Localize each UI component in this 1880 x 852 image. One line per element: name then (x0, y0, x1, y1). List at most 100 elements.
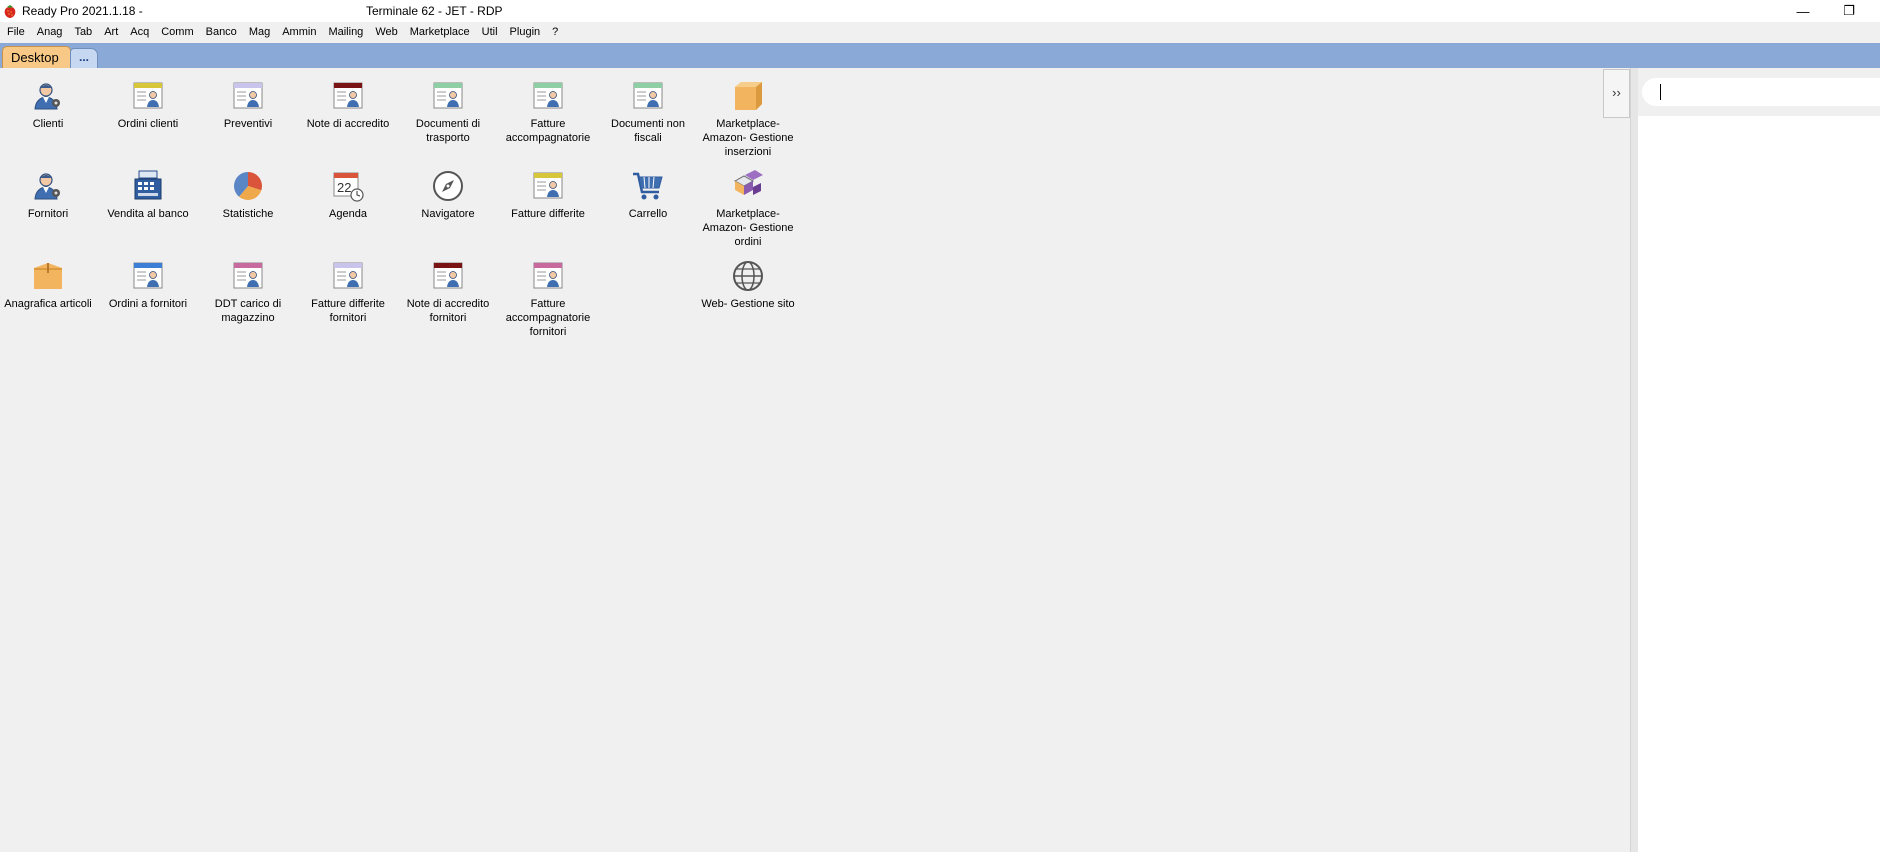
desktop-icon-web-gestione-sito[interactable]: Web- Gestione sito (700, 259, 796, 311)
desktop-icon-label: Fatture accompagnatorie fornitori (505, 298, 591, 338)
desktop-icon-marketplace-inserzioni[interactable]: Marketplace- Amazon- Gestione inserzioni (700, 79, 796, 159)
desktop-icon-navigatore[interactable]: Navigatore (400, 169, 496, 221)
desktop-icon-note-di-accredito-fornitori[interactable]: Note di accredito fornitori (400, 259, 496, 325)
desktop-icon-note-di-accredito[interactable]: Note di accredito (300, 79, 396, 131)
desktop-icon-label: Note di accredito fornitori (406, 298, 490, 324)
menu-bar: File Anag Tab Art Acq Comm Banco Mag Amm… (0, 22, 1880, 43)
panel-splitter[interactable] (1630, 68, 1638, 852)
desktop-icon-label: Documenti di trasporto (415, 118, 481, 144)
deferred-invoices-icon (533, 172, 563, 199)
menu-tab[interactable]: Tab (68, 22, 98, 43)
strawberry-icon (4, 5, 16, 18)
menu-acq[interactable]: Acq (124, 22, 155, 43)
desktop-icon-label: Fatture accompagnatorie (505, 118, 591, 144)
desktop-icon-vendita-al-banco[interactable]: Vendita al banco (100, 169, 196, 221)
tab-more[interactable]: ... (70, 48, 98, 68)
menu-anag[interactable]: Anag (31, 22, 69, 43)
desktop-icon-clienti[interactable]: Clienti (0, 79, 96, 131)
side-panel-toggle-button[interactable]: ›› (1603, 69, 1630, 118)
supplier-deferred-invoices-icon (333, 262, 363, 289)
desktop-icon-label: Fornitori (27, 208, 69, 220)
svg-text:22: 22 (337, 180, 351, 195)
cash-register-icon (134, 170, 162, 200)
transport-documents-icon (433, 82, 463, 109)
desktop-area: Clienti Ordini clienti Preventivi Note d… (0, 68, 1630, 852)
product-box-icon (34, 263, 62, 289)
minimize-button[interactable]: — (1780, 0, 1826, 22)
menu-web[interactable]: Web (369, 22, 403, 43)
desktop-icon-fornitori[interactable]: Fornitori (0, 169, 96, 221)
warehouse-load-icon (233, 262, 263, 289)
calendar-icon: 22 (333, 172, 364, 202)
desktop-icon-fatture-differite-fornitori[interactable]: Fatture differite fornitori (300, 259, 396, 325)
window-title: Terminale 62 - JET - RDP (366, 4, 503, 18)
desktop-icon-carrello[interactable]: Carrello (600, 169, 696, 221)
desktop-icon-label: Agenda (329, 208, 367, 220)
desktop-icon-label: Navigatore (421, 208, 475, 220)
right-panel (1638, 68, 1880, 852)
desktop-icon-label: Carrello (628, 208, 668, 220)
menu-art[interactable]: Art (98, 22, 124, 43)
customer-orders-icon (133, 82, 163, 109)
desktop-icon-label: Note di accredito (306, 118, 390, 130)
desktop-icon-label: Web- Gestione sito (701, 298, 795, 310)
restore-button[interactable]: ❐ (1826, 0, 1872, 22)
menu-help[interactable]: ? (546, 22, 564, 43)
supplier-credit-notes-icon (433, 262, 463, 289)
menu-plugin[interactable]: Plugin (504, 22, 547, 43)
accompanying-invoices-icon (533, 82, 563, 109)
desktop-icon-label: Ordini clienti (117, 118, 179, 130)
suppliers-icon (34, 173, 60, 200)
menu-marketplace[interactable]: Marketplace (404, 22, 476, 43)
desktop-icon-fatture-accompagnatorie-fornitori[interactable]: Fatture accompagnatorie fornitori (500, 259, 596, 339)
desktop-icon-label: Documenti non fiscali (611, 118, 685, 144)
search-input[interactable] (1642, 78, 1880, 106)
menu-mailing[interactable]: Mailing (322, 22, 369, 43)
marketplace-listings-icon (735, 82, 762, 110)
menu-banco[interactable]: Banco (200, 22, 243, 43)
desktop-icon-label: Clienti (32, 118, 64, 130)
desktop-icon-label: Marketplace- Amazon- Gestione ordini (702, 208, 794, 248)
quotes-icon (233, 82, 263, 109)
desktop-icon-label: Vendita al banco (107, 208, 189, 220)
desktop-icon-statistiche[interactable]: Statistiche (200, 169, 296, 221)
desktop-icon-fatture-differite[interactable]: Fatture differite (500, 169, 596, 221)
desktop-icon-label: Statistiche (222, 208, 274, 220)
non-fiscal-documents-icon (633, 82, 663, 109)
desktop-icon-documenti-non-fiscali[interactable]: Documenti non fiscali (600, 79, 696, 145)
desktop-icon-preventivi[interactable]: Preventivi (200, 79, 296, 131)
menu-file[interactable]: File (1, 22, 31, 43)
desktop-icon-ddt-carico-di-magazzino[interactable]: DDT carico di magazzino (200, 259, 296, 325)
desktop-icon-ordini-clienti[interactable]: Ordini clienti (100, 79, 196, 131)
compass-icon (433, 171, 463, 201)
desktop-icon-label: Anagrafica articoli (4, 298, 92, 310)
desktop-icon-agenda[interactable]: 22 Agenda (300, 169, 396, 221)
menu-ammin[interactable]: Ammin (276, 22, 322, 43)
credit-notes-icon (333, 82, 363, 109)
menu-mag[interactable]: Mag (243, 22, 276, 43)
customer-icon (34, 83, 60, 110)
desktop-icon-label: Marketplace- Amazon- Gestione inserzioni (702, 118, 794, 158)
menu-comm[interactable]: Comm (155, 22, 199, 43)
desktop-icon-label: Fatture differite (511, 208, 585, 220)
desktop-icon-marketplace-ordini[interactable]: Marketplace- Amazon- Gestione ordini (700, 169, 796, 249)
shopping-cart-icon (633, 172, 663, 200)
supplier-orders-icon (133, 262, 163, 289)
globe-icon (733, 261, 763, 291)
supplier-accompanying-invoices-icon (533, 262, 563, 289)
desktop-icon-anagrafica-articoli[interactable]: Anagrafica articoli (0, 259, 96, 311)
marketplace-orders-icon (733, 170, 763, 195)
tab-strip: Desktop ... (0, 43, 1880, 68)
search-area (1638, 68, 1880, 116)
tab-desktop[interactable]: Desktop (2, 46, 71, 68)
desktop-icon-fatture-accompagnatorie[interactable]: Fatture accompagnatorie (500, 79, 596, 145)
pie-chart-icon (234, 172, 262, 200)
app-title: Ready Pro 2021.1.18 - (22, 4, 143, 18)
text-caret (1660, 84, 1661, 100)
menu-util[interactable]: Util (476, 22, 504, 43)
desktop-icon-label: Ordini a fornitori (108, 298, 188, 310)
desktop-icon-label: DDT carico di magazzino (214, 298, 282, 324)
desktop-icon-ordini-a-fornitori[interactable]: Ordini a fornitori (100, 259, 196, 311)
desktop-icon-label: Preventivi (223, 118, 273, 130)
desktop-icon-documenti-di-trasporto[interactable]: Documenti di trasporto (400, 79, 496, 145)
